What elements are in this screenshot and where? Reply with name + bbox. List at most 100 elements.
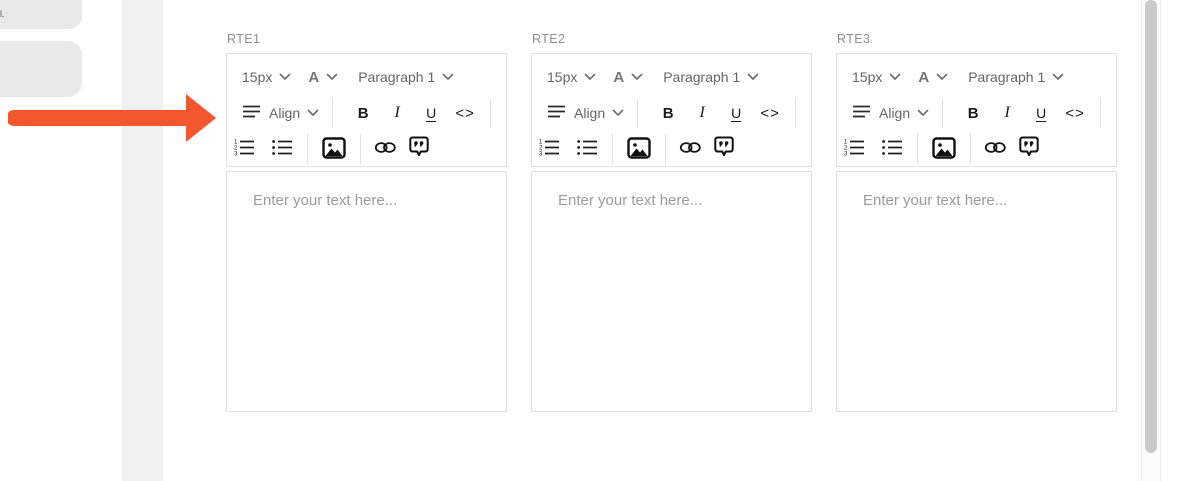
unordered-list-button[interactable] bbox=[573, 138, 601, 160]
toolbar-separator bbox=[942, 98, 944, 128]
insert-image-button[interactable] bbox=[624, 136, 654, 162]
italic-button[interactable]: I bbox=[685, 104, 719, 122]
rte-placeholder: Enter your text here... bbox=[863, 192, 1008, 209]
toolbar-separator bbox=[795, 98, 797, 128]
font-size-dropdown[interactable]: 15px bbox=[242, 69, 291, 85]
rte-label: RTE2 bbox=[532, 32, 566, 46]
rte-widget-3: RTE3 15px A Paragraph 1 Align B I U <> 1… bbox=[836, 0, 1117, 481]
scrollbar-track[interactable] bbox=[1141, 0, 1161, 481]
link-icon bbox=[374, 141, 397, 157]
toolbar-row-2: Align B I U <> bbox=[532, 95, 811, 131]
align-dropdown[interactable]: Align bbox=[547, 104, 624, 122]
quote-icon bbox=[407, 136, 431, 162]
ordered-list-button[interactable]: 123 bbox=[535, 138, 563, 160]
rte-content-area[interactable]: Enter your text here... bbox=[836, 171, 1117, 412]
panel-divider-strip bbox=[122, 0, 163, 481]
rte-content-area[interactable]: Enter your text here... bbox=[531, 171, 812, 412]
paragraph-format-dropdown[interactable]: Paragraph 1 bbox=[663, 69, 759, 85]
align-left-icon bbox=[242, 104, 261, 122]
toolbar-row-1: 15px A Paragraph 1 bbox=[532, 59, 811, 95]
underline-button[interactable]: U bbox=[414, 105, 448, 121]
toolbar-separator bbox=[612, 134, 613, 164]
insert-link-button[interactable] bbox=[982, 141, 1008, 157]
left-panel-truncated-text: l. bbox=[0, 9, 5, 19]
font-size-dropdown[interactable]: 15px bbox=[547, 69, 596, 85]
unordered-list-button[interactable] bbox=[268, 138, 296, 160]
font-size-value: 15px bbox=[852, 69, 883, 85]
insert-link-button[interactable] bbox=[677, 141, 703, 157]
left-panel-item[interactable] bbox=[0, 41, 82, 97]
toolbar-separator bbox=[665, 134, 666, 164]
rte-widget-1: RTE1 15px A Paragraph 1 Align B I U <> 1… bbox=[226, 0, 507, 481]
insert-link-button[interactable] bbox=[372, 141, 398, 157]
paragraph-format-dropdown[interactable]: Paragraph 1 bbox=[968, 69, 1064, 85]
align-left-icon bbox=[547, 104, 566, 122]
blockquote-button[interactable] bbox=[711, 136, 737, 162]
code-button[interactable]: <> bbox=[1058, 105, 1092, 122]
toolbar-separator bbox=[917, 134, 918, 164]
toolbar-row-1: 15px A Paragraph 1 bbox=[837, 59, 1116, 95]
paragraph-format-value: Paragraph 1 bbox=[358, 69, 436, 85]
insert-image-button[interactable] bbox=[929, 136, 959, 162]
code-button[interactable]: <> bbox=[753, 105, 787, 122]
bold-button[interactable]: B bbox=[346, 105, 380, 122]
font-color-dropdown[interactable]: A bbox=[308, 69, 338, 86]
paragraph-format-dropdown[interactable]: Paragraph 1 bbox=[358, 69, 454, 85]
toolbar-row-2: Align B I U <> bbox=[227, 95, 506, 131]
bold-button[interactable]: B bbox=[956, 105, 990, 122]
align-left-icon bbox=[852, 104, 871, 122]
blockquote-button[interactable] bbox=[1016, 136, 1042, 162]
rte-content-area[interactable]: Enter your text here... bbox=[226, 171, 507, 412]
insert-image-button[interactable] bbox=[319, 136, 349, 162]
chevron-down-icon bbox=[584, 73, 596, 81]
toolbar-separator bbox=[637, 98, 639, 128]
unordered-list-icon bbox=[576, 138, 598, 160]
font-color-dropdown[interactable]: A bbox=[918, 69, 948, 86]
ordered-list-button[interactable]: 123 bbox=[230, 138, 258, 160]
image-icon bbox=[627, 136, 651, 162]
font-size-dropdown[interactable]: 15px bbox=[852, 69, 901, 85]
font-color-icon: A bbox=[613, 68, 625, 86]
chevron-down-icon bbox=[936, 73, 948, 81]
rte-toolbar: 15px A Paragraph 1 Align B I U <> 1 2 3 bbox=[226, 53, 507, 167]
font-color-dropdown[interactable]: A bbox=[613, 69, 643, 86]
rte-placeholder: Enter your text here... bbox=[558, 192, 703, 209]
annotation-arrow-icon bbox=[8, 94, 216, 142]
bold-button[interactable]: B bbox=[651, 105, 685, 122]
underline-button[interactable]: U bbox=[719, 105, 753, 121]
scrollbar-thumb[interactable] bbox=[1145, 0, 1157, 453]
chevron-down-icon bbox=[612, 109, 624, 117]
toolbar-separator bbox=[490, 98, 492, 128]
code-button[interactable]: <> bbox=[448, 105, 482, 122]
blockquote-button[interactable] bbox=[406, 136, 432, 162]
link-icon bbox=[679, 141, 702, 157]
italic-button[interactable]: I bbox=[990, 104, 1024, 122]
underline-button[interactable]: U bbox=[1024, 105, 1058, 121]
paragraph-format-value: Paragraph 1 bbox=[968, 69, 1046, 85]
toolbar-row-3: 123 bbox=[532, 131, 811, 167]
quote-icon bbox=[712, 136, 736, 162]
chevron-down-icon bbox=[326, 73, 338, 81]
toolbar-separator bbox=[360, 134, 361, 164]
rte-label: RTE3 bbox=[837, 32, 871, 46]
chevron-down-icon bbox=[442, 73, 454, 81]
rte-widget-2: RTE2 15px A Paragraph 1 Align B I U <> 1… bbox=[531, 0, 812, 481]
rte-placeholder: Enter your text here... bbox=[253, 192, 398, 209]
left-panel-item[interactable] bbox=[0, 0, 82, 29]
ordered-list-button[interactable]: 123 bbox=[840, 138, 868, 160]
italic-button[interactable]: I bbox=[380, 104, 414, 122]
rte-toolbar: 15px A Paragraph 1 Align B I U <> 1 2 3 bbox=[531, 53, 812, 167]
rte-label: RTE1 bbox=[227, 32, 261, 46]
font-color-icon: A bbox=[918, 68, 930, 86]
rte-toolbar: 15px A Paragraph 1 Align B I U <> 1 2 3 bbox=[836, 53, 1117, 167]
svg-text:3: 3 bbox=[844, 152, 848, 157]
align-dropdown[interactable]: Align bbox=[242, 104, 319, 122]
chevron-down-icon bbox=[307, 109, 319, 117]
toolbar-row-3: 123 bbox=[837, 131, 1116, 167]
unordered-list-icon bbox=[271, 138, 293, 160]
svg-text:3: 3 bbox=[539, 152, 543, 157]
align-dropdown[interactable]: Align bbox=[852, 104, 929, 122]
font-size-value: 15px bbox=[547, 69, 578, 85]
unordered-list-button[interactable] bbox=[878, 138, 906, 160]
font-color-icon: A bbox=[308, 68, 320, 86]
